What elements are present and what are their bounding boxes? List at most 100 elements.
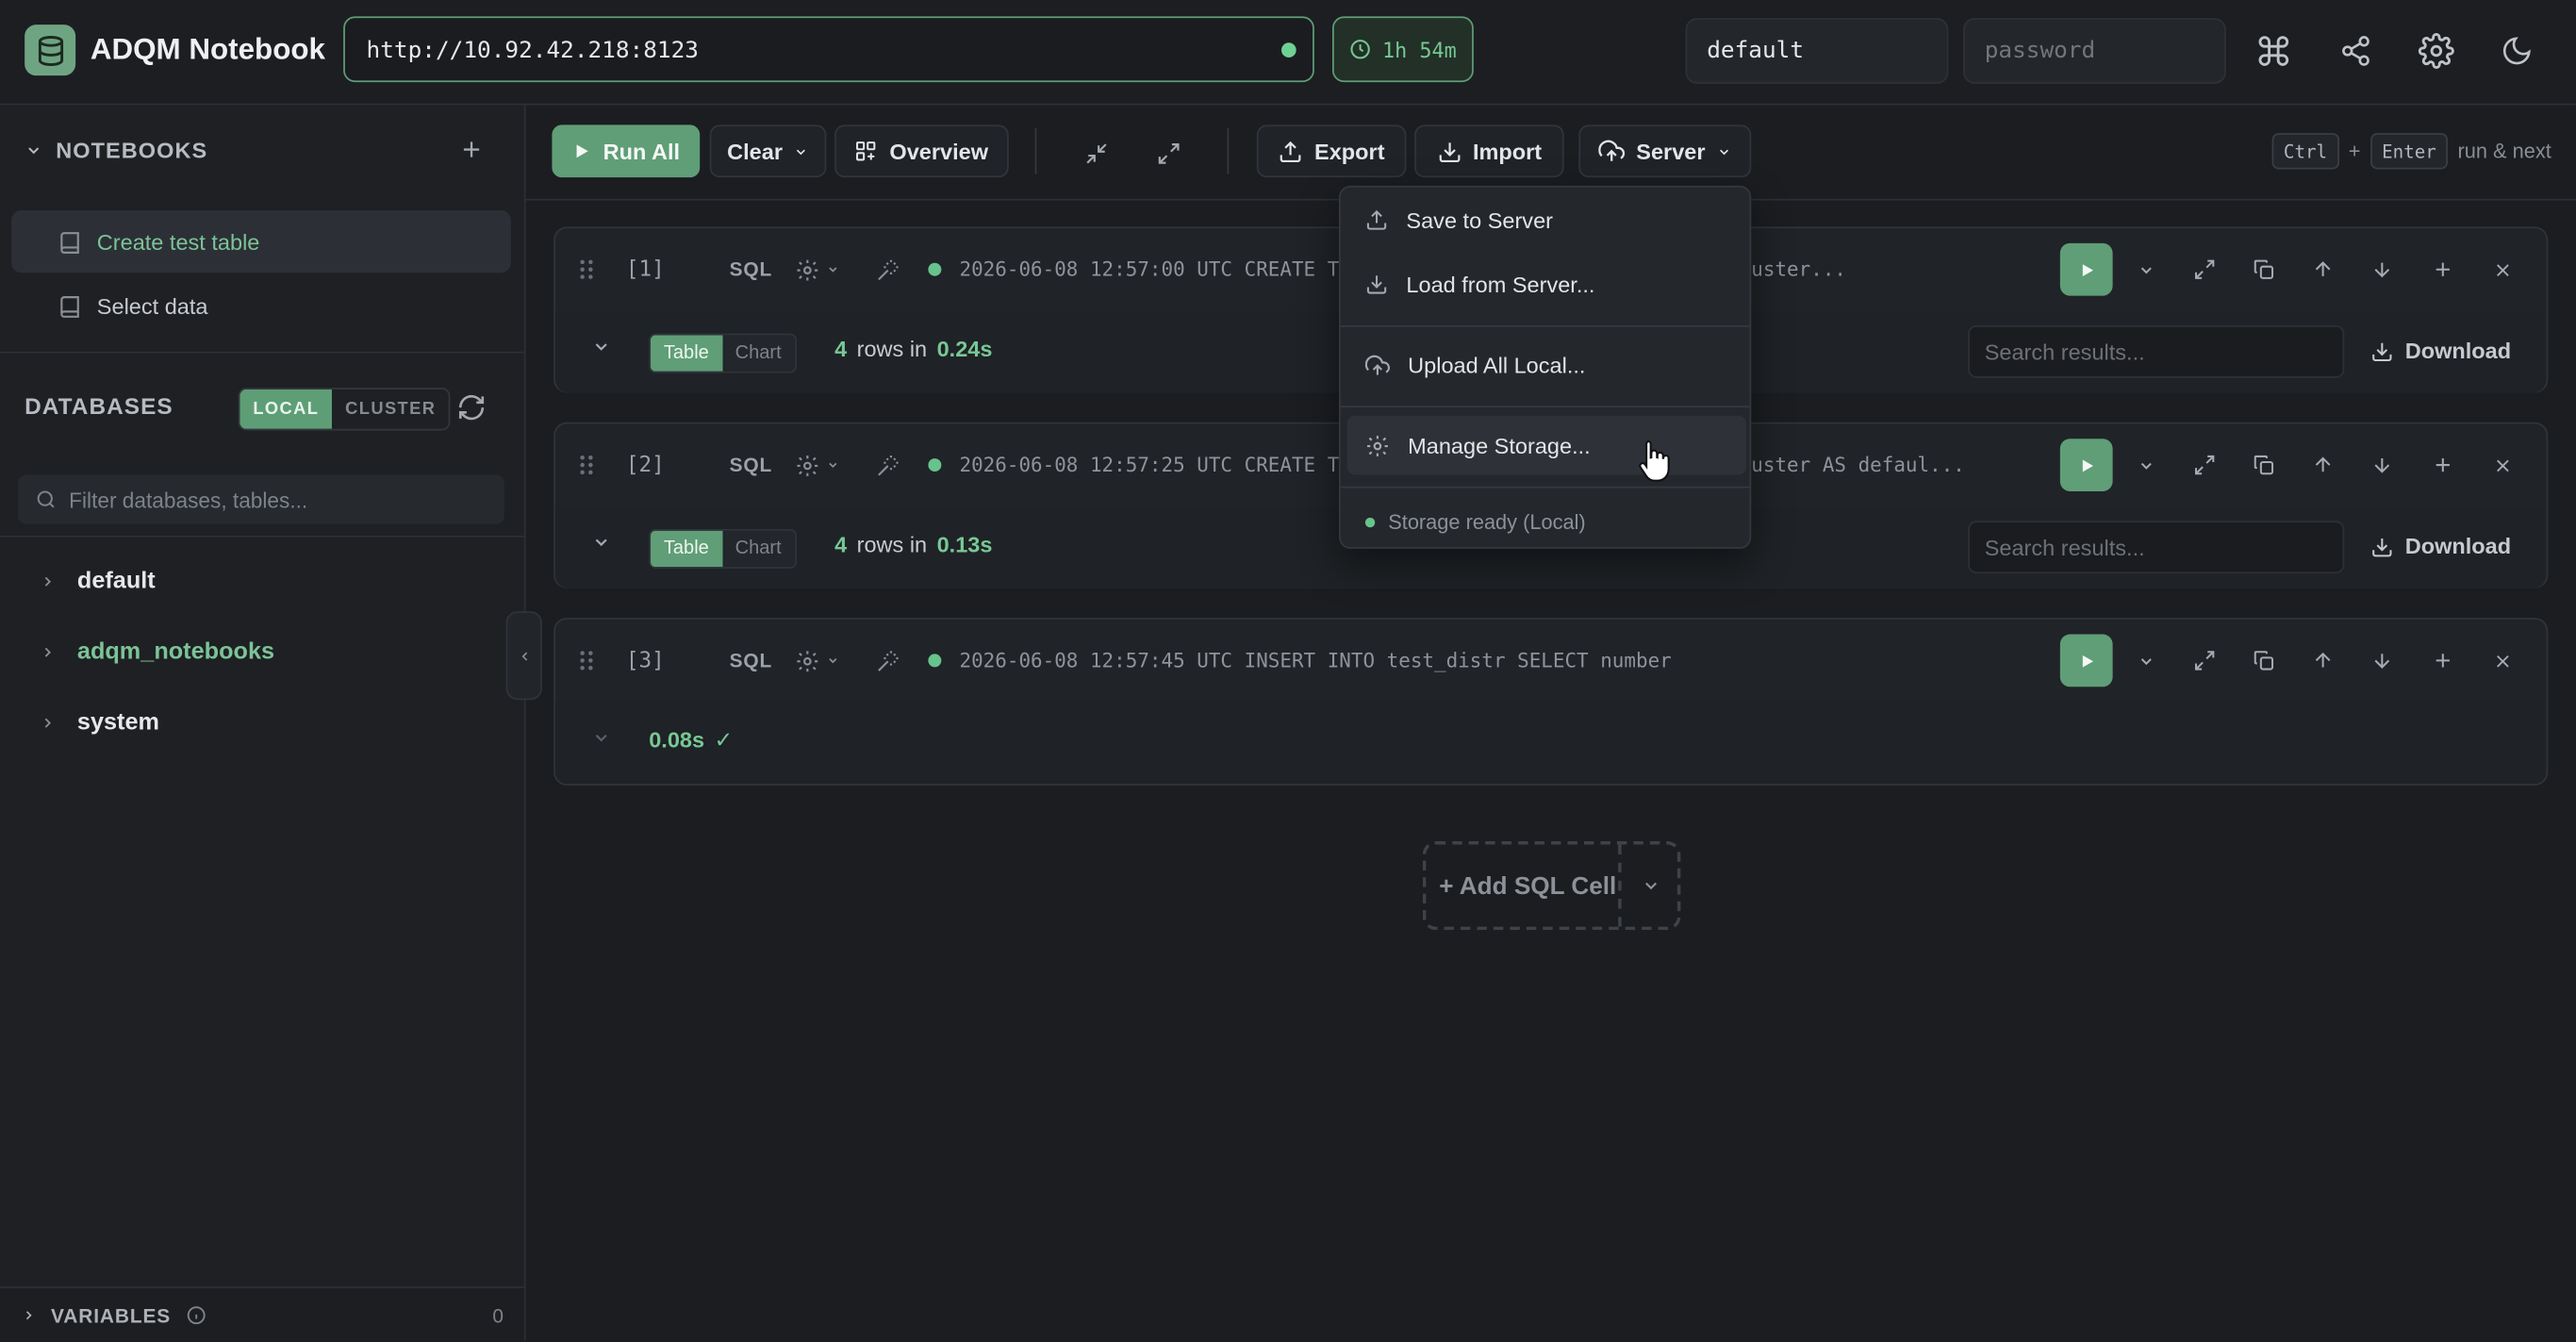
add-cell-below-plus-icon[interactable] (2428, 255, 2457, 284)
add-notebook-plus-icon[interactable] (458, 137, 485, 163)
download-icon (2372, 341, 2392, 361)
share-icon[interactable] (2337, 31, 2376, 71)
exec-time: 0.08s (649, 727, 705, 753)
download-results-button[interactable]: Download (2370, 534, 2511, 558)
run-options-chevron-icon[interactable] (2131, 255, 2160, 284)
move-up-arrow-icon[interactable] (2308, 646, 2337, 675)
command-palette-icon[interactable] (2254, 31, 2293, 71)
collapse-all-icon[interactable] (1081, 138, 1110, 167)
run-options-chevron-icon[interactable] (2131, 450, 2160, 479)
cell-settings-icon[interactable] (795, 620, 839, 702)
duplicate-cell-icon[interactable] (2249, 450, 2278, 479)
database-item-adqm-notebooks[interactable]: adqm_notebooks (40, 639, 274, 666)
overview-button[interactable]: Overview (834, 124, 1009, 178)
cell-status-dot (928, 620, 942, 702)
maximize-cell-icon[interactable] (2189, 646, 2219, 675)
run-cell-button[interactable] (2059, 634, 2113, 688)
scope-toggle[interactable]: LOCAL CLUSTER (238, 388, 452, 431)
menu-separator (1340, 324, 1750, 327)
delete-cell-close-icon[interactable] (2487, 646, 2517, 675)
add-cell-below-plus-icon[interactable] (2428, 450, 2457, 479)
scope-cluster-option[interactable]: CLUSTER (332, 389, 449, 429)
search-results-input[interactable] (1968, 324, 2345, 378)
drag-handle-icon[interactable] (578, 620, 594, 702)
menu-item-save-to-server[interactable]: Save to Server (1341, 191, 1750, 250)
add-cell-type-chevron-icon[interactable] (1623, 876, 1676, 896)
run-options-chevron-icon[interactable] (2131, 646, 2160, 675)
app-root: ADQM Notebook http://10.92.42.218:8123 1… (0, 0, 2576, 1342)
add-sql-cell-button[interactable]: + Add SQL Cell (1422, 841, 1681, 931)
session-timer[interactable]: 1h 54m (1332, 16, 1474, 83)
cell-index: [1] (625, 257, 665, 282)
menu-separator (1340, 406, 1750, 408)
run-cell-button[interactable] (2059, 439, 2113, 491)
notebook-cell-3: [3] SQL 2026-06-08 12:57:45 UTC INSERT I… (553, 618, 2549, 786)
search-results-input[interactable] (1968, 521, 2345, 574)
cell-query-preview: 2026-06-08 12:57:00 UTC CREATE TAB (959, 257, 1363, 281)
format-wand-icon[interactable] (876, 620, 900, 702)
drag-handle-icon[interactable] (578, 424, 594, 506)
sidebar-collapse-handle[interactable] (505, 611, 542, 701)
dark-mode-moon-icon[interactable] (2497, 31, 2536, 71)
chevron-down-icon (28, 147, 40, 155)
result-collapse-chevron-icon[interactable] (591, 533, 611, 553)
move-down-arrow-icon[interactable] (2368, 255, 2397, 284)
database-item-system[interactable]: system (40, 710, 159, 737)
drag-handle-icon[interactable] (578, 228, 594, 310)
password-input[interactable] (1963, 18, 2226, 84)
tab-table[interactable]: Table (650, 530, 722, 568)
export-button[interactable]: Export (1256, 124, 1407, 178)
settings-gear-icon[interactable] (2417, 31, 2456, 71)
move-down-arrow-icon[interactable] (2368, 450, 2397, 479)
move-down-arrow-icon[interactable] (2368, 646, 2397, 675)
add-cell-below-plus-icon[interactable] (2428, 646, 2457, 675)
duplicate-cell-icon[interactable] (2249, 646, 2278, 675)
menu-item-manage-storage[interactable]: Manage Storage... (1346, 415, 1747, 475)
scope-local-option[interactable]: LOCAL (239, 389, 333, 429)
run-shortcut-hint: Ctrl + Enter run & next (2271, 133, 2551, 170)
kbd-enter: Enter (2370, 133, 2449, 170)
server-button[interactable]: Server (1578, 124, 1752, 178)
notebooks-section-header[interactable]: NOTEBOOKS (25, 138, 207, 162)
cell-header[interactable]: [3] SQL 2026-06-08 12:57:45 UTC INSERT I… (554, 620, 2547, 704)
database-filter-input[interactable]: Filter databases, tables... (18, 474, 504, 524)
variables-panel-header[interactable]: VARIABLES 0 (0, 1286, 524, 1342)
refresh-icon[interactable] (456, 392, 486, 422)
database-item-default[interactable]: default (40, 569, 156, 595)
tab-chart[interactable]: Chart (721, 530, 795, 568)
username-input[interactable] (1685, 18, 1949, 84)
cell-settings-icon[interactable] (795, 228, 839, 310)
expand-all-icon[interactable] (1153, 138, 1182, 167)
rows-in-label: rows in (856, 337, 928, 362)
download-results-button[interactable]: Download (2370, 339, 2511, 363)
notebook-item-select-data[interactable]: Select data (11, 274, 511, 337)
format-wand-icon[interactable] (876, 228, 900, 310)
delete-cell-close-icon[interactable] (2487, 450, 2517, 479)
move-up-arrow-icon[interactable] (2308, 255, 2337, 284)
import-label: Import (1472, 139, 1543, 164)
menu-item-load-from-server[interactable]: Load from Server... (1341, 255, 1750, 314)
tab-table[interactable]: Table (650, 335, 722, 372)
format-wand-icon[interactable] (876, 424, 900, 506)
maximize-cell-icon[interactable] (2189, 450, 2219, 479)
result-collapse-chevron-icon[interactable] (591, 337, 611, 356)
upload-icon (1280, 140, 1301, 162)
run-all-button[interactable]: Run All (552, 124, 701, 178)
info-icon[interactable] (186, 1304, 207, 1326)
connection-url-field[interactable]: http://10.92.42.218:8123 (343, 16, 1314, 83)
maximize-cell-icon[interactable] (2189, 255, 2219, 284)
cell-language: SQL (729, 453, 773, 477)
notebook-item-create-test-table[interactable]: Create test table (11, 210, 511, 273)
cell-settings-icon[interactable] (795, 424, 839, 506)
import-button[interactable]: Import (1414, 124, 1564, 178)
menu-item-upload-all-local[interactable]: Upload All Local... (1341, 335, 1750, 394)
download-label: Download (2404, 338, 2512, 364)
clear-button[interactable]: Clear (709, 124, 827, 178)
tab-chart[interactable]: Chart (721, 335, 795, 372)
result-collapse-chevron-icon[interactable] (591, 728, 611, 748)
exec-time: 0.24s (936, 337, 993, 362)
move-up-arrow-icon[interactable] (2308, 450, 2337, 479)
delete-cell-close-icon[interactable] (2487, 255, 2517, 284)
run-cell-button[interactable] (2059, 242, 2113, 296)
duplicate-cell-icon[interactable] (2249, 255, 2278, 284)
